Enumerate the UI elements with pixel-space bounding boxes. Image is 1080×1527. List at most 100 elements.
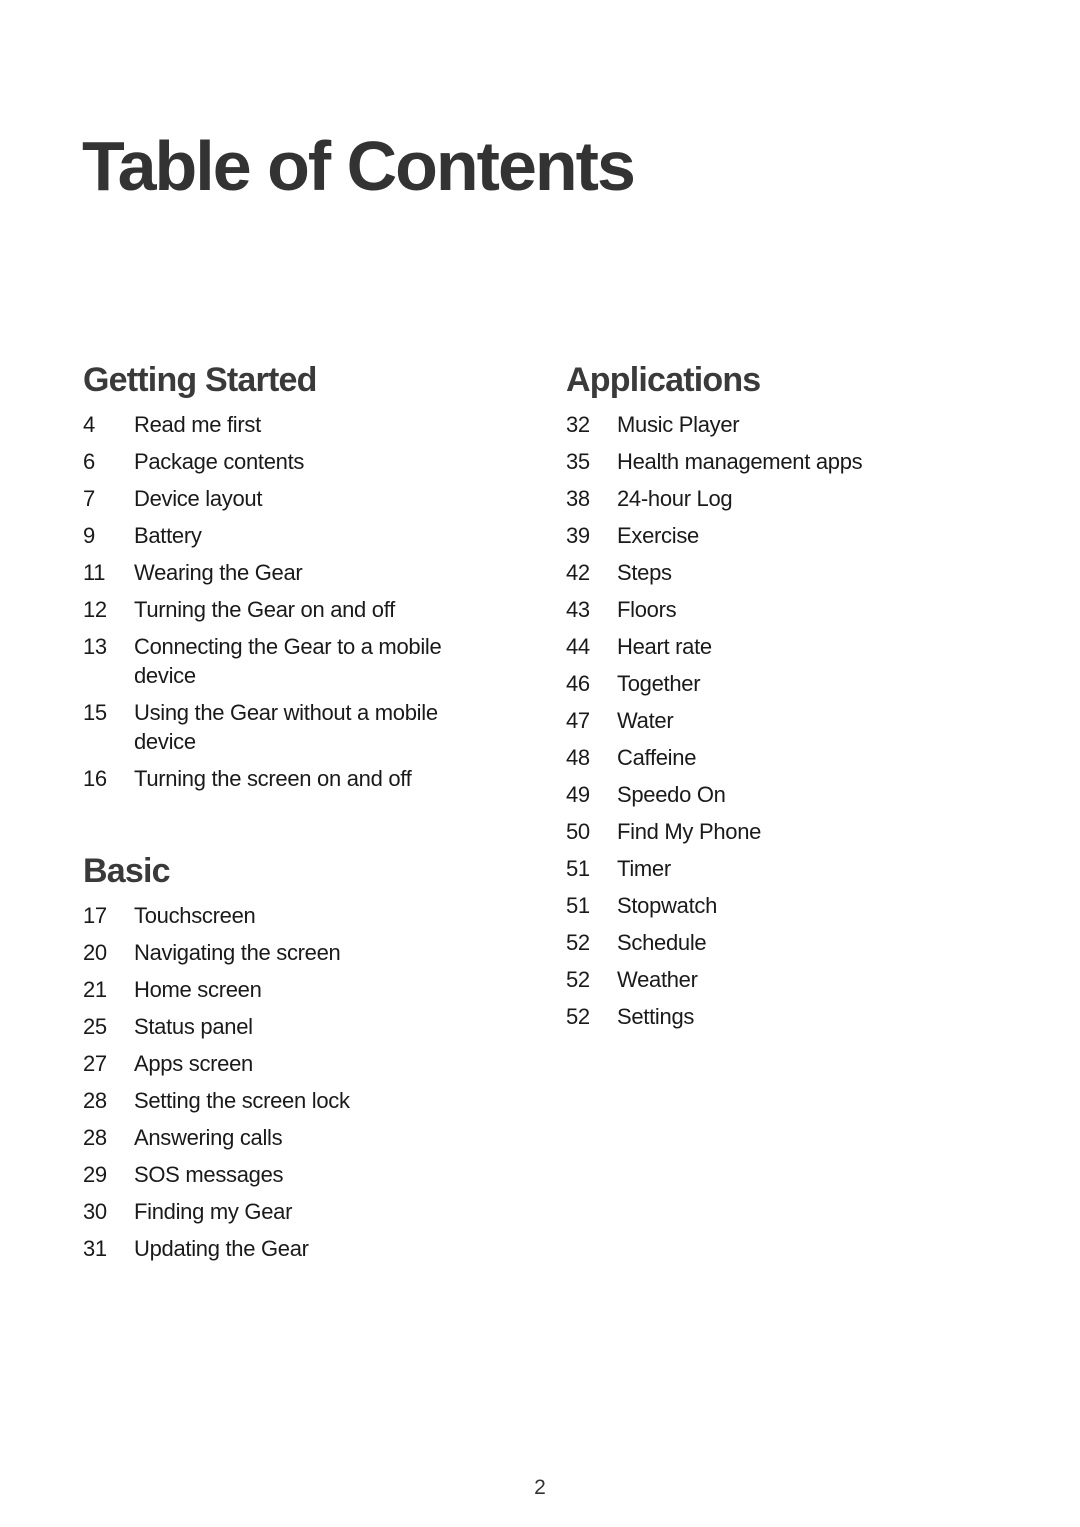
toc-entry-page: 17: [83, 903, 107, 928]
toc-entry[interactable]: 9 Battery: [83, 517, 473, 554]
toc-entry-page: 20: [83, 940, 107, 965]
toc-entry-page: 50: [566, 819, 590, 844]
toc-entry[interactable]: 13 Connecting the Gear to a mobile device: [83, 628, 473, 694]
toc-entry-label: Weather: [617, 967, 698, 992]
toc-entry[interactable]: 52 Settings: [566, 998, 966, 1035]
toc-entry-page: 28: [83, 1125, 107, 1150]
toc-entry[interactable]: 27 Apps screen: [83, 1045, 473, 1082]
toc-entry-label: Floors: [617, 597, 677, 622]
toc-entry-label: Battery: [134, 523, 202, 548]
toc-entry-label: Status panel: [134, 1014, 253, 1039]
toc-entry-page: 11: [83, 560, 106, 585]
section-heading: Getting Started: [83, 361, 317, 399]
toc-entry[interactable]: 28 Setting the screen lock: [83, 1082, 473, 1119]
page-number: 2: [534, 1476, 546, 1499]
toc-entry-page: 43: [566, 597, 590, 622]
section-basic: Basic 17 Touchscreen 20 Navigating the scre…: [83, 851, 473, 1267]
toc-entry-page: 47: [566, 708, 590, 733]
toc-entry-page: 52: [566, 930, 590, 955]
toc-entry-label: Turning the screen on and off: [134, 766, 412, 791]
toc-entry[interactable]: 43 Floors: [566, 591, 966, 628]
toc-entry-page: 51: [566, 893, 590, 918]
toc-entry[interactable]: 4 Read me first: [83, 406, 473, 443]
toc-entry-label: Setting the screen lock: [134, 1088, 350, 1113]
toc-entry-page: 7: [83, 486, 95, 511]
toc-entry-label: Speedo On: [617, 782, 726, 807]
toc-entry-label: Steps: [617, 560, 672, 585]
toc-entry-page: 30: [83, 1199, 107, 1224]
toc-entry[interactable]: 52 Weather: [566, 961, 966, 998]
toc-entry[interactable]: 29 SOS messages: [83, 1156, 473, 1193]
toc-entry-page: 4: [83, 412, 95, 437]
toc-entry-page: 46: [566, 671, 590, 696]
toc-entry-page: 48: [566, 745, 590, 770]
toc-entry[interactable]: 25 Status panel: [83, 1008, 473, 1045]
toc-entry-page: 12: [83, 597, 107, 622]
toc-entry-label: Touchscreen: [134, 903, 256, 928]
toc-entry[interactable]: 52 Schedule: [566, 924, 966, 961]
toc-entry-label: Stopwatch: [617, 893, 718, 918]
toc-entry[interactable]: 35 Health management apps: [566, 443, 966, 480]
toc-entry-page: 52: [566, 967, 590, 992]
toc-entry-label: Find My Phone: [617, 819, 762, 844]
toc-entry-label: Home screen: [134, 977, 262, 1002]
toc-entry[interactable]: 44 Heart rate: [566, 628, 966, 665]
toc-entry[interactable]: 16 Turning the screen on and off: [83, 760, 473, 797]
toc-entry-page: 49: [566, 782, 590, 807]
toc-entry[interactable]: 46 Together: [566, 665, 966, 702]
toc-entry-label: Turning the Gear on and off: [134, 597, 395, 622]
section-heading: Applications: [566, 361, 761, 399]
toc-entry-page: 51: [566, 856, 590, 881]
page-title: Table of Contents: [82, 127, 636, 205]
toc-entry-label: Caffeine: [617, 745, 697, 770]
toc-entry[interactable]: 20 Navigating the screen: [83, 934, 473, 971]
toc-entry-page: 6: [83, 449, 95, 474]
toc-entry[interactable]: 51 Timer: [566, 850, 966, 887]
toc-entry[interactable]: 47 Water: [566, 702, 966, 739]
toc-entry-page: 39: [566, 523, 590, 548]
toc-entry-label: Navigating the screen: [134, 940, 341, 965]
toc-entry[interactable]: 39 Exercise: [566, 517, 966, 554]
toc-entry-label: Music Player: [617, 412, 740, 437]
toc-entry[interactable]: 6 Package contents: [83, 443, 473, 480]
toc-entry-page: 9: [83, 523, 95, 548]
toc-entry-label: Timer: [617, 856, 671, 881]
toc-entry-page: 32: [566, 412, 590, 437]
toc-entry-page: 44: [566, 634, 590, 659]
toc-entry-label: Schedule: [617, 930, 707, 955]
toc-entry[interactable]: 28 Answering calls: [83, 1119, 473, 1156]
toc-entry-page: 13: [83, 634, 107, 659]
toc-entry[interactable]: 21 Home screen: [83, 971, 473, 1008]
toc-entry-label: Water: [617, 708, 674, 733]
toc-entry[interactable]: 38 24-hour Log: [566, 480, 966, 517]
toc-entry-page: 27: [83, 1051, 107, 1076]
toc-entry[interactable]: 17 Touchscreen: [83, 897, 473, 934]
toc-entry-label: Heart rate: [617, 634, 712, 659]
section-getting-started: Getting Started 4 Read me first 6 Package c…: [83, 360, 473, 797]
toc-entry-label: Apps screen: [134, 1051, 253, 1076]
toc-entry[interactable]: 42 Steps: [566, 554, 966, 591]
toc-entry-label: Read me first: [134, 412, 261, 437]
toc-entry-label: Answering calls: [134, 1125, 283, 1150]
toc-entry-label: Device layout: [134, 486, 263, 511]
toc-entry-page: 31: [83, 1236, 107, 1261]
toc-entry[interactable]: 7 Device layout: [83, 480, 473, 517]
toc-entry-label: SOS messages: [134, 1162, 284, 1187]
toc-entry-label: Updating the Gear: [134, 1236, 309, 1261]
section-heading: Basic: [83, 852, 171, 890]
toc-entry-page: 28: [83, 1088, 107, 1113]
toc-entry[interactable]: 48 Caffeine: [566, 739, 966, 776]
toc-entry[interactable]: 50 Find My Phone: [566, 813, 966, 850]
toc-entry-label: Exercise: [617, 523, 699, 548]
toc-entry[interactable]: 49 Speedo On: [566, 776, 966, 813]
toc-entry[interactable]: 32 Music Player: [566, 406, 966, 443]
toc-entry[interactable]: 31 Updating the Gear: [83, 1230, 473, 1267]
toc-entry[interactable]: 15 Using the Gear without a mobile device: [83, 694, 473, 760]
toc-entry-page: 25: [83, 1014, 107, 1039]
toc-entry-label: Wearing the Gear: [134, 560, 303, 585]
toc-entry[interactable]: 30 Finding my Gear: [83, 1193, 473, 1230]
toc-entry[interactable]: 11 Wearing the Gear: [83, 554, 473, 591]
toc-entry[interactable]: 51 Stopwatch: [566, 887, 966, 924]
toc-entry[interactable]: 12 Turning the Gear on and off: [83, 591, 473, 628]
toc-entry-label: Finding my Gear: [134, 1199, 293, 1224]
